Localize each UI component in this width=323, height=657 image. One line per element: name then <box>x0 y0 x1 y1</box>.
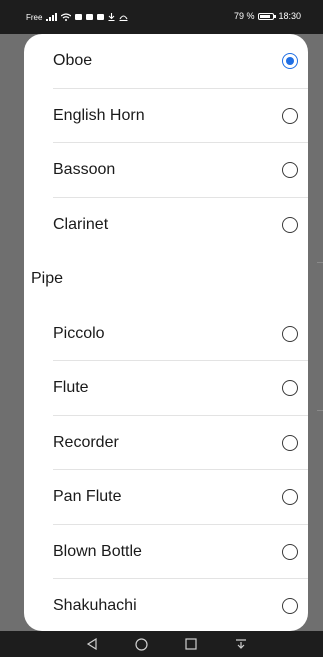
option-label: Piccolo <box>53 324 105 342</box>
radio-unchecked-icon[interactable] <box>282 434 298 451</box>
group-header-label: Pipe <box>31 270 64 288</box>
image-icon <box>86 14 94 20</box>
option-label: Blown Bottle <box>53 542 142 560</box>
clock: 18:30 <box>278 11 301 21</box>
back-button[interactable] <box>77 631 107 657</box>
option-label: Clarinet <box>53 215 109 233</box>
image-icon <box>97 14 105 20</box>
wifi-icon <box>61 13 72 21</box>
option-recorder[interactable]: Recorder <box>24 416 308 470</box>
option-shakuhachi[interactable]: Shakuhachi <box>24 579 308 631</box>
recents-icon <box>185 638 197 650</box>
battery-icon <box>258 12 277 20</box>
back-icon <box>86 638 97 650</box>
radio-unchecked-icon[interactable] <box>282 325 298 342</box>
download-icon <box>108 13 115 21</box>
option-label: English Horn <box>53 106 145 124</box>
option-piccolo[interactable]: Piccolo <box>24 307 308 361</box>
radio-unchecked-icon[interactable] <box>282 380 298 397</box>
status-right: 79 % 18:30 <box>234 11 301 21</box>
home-icon <box>134 637 148 651</box>
notification-pull-icon <box>236 639 246 649</box>
option-english-horn[interactable]: English Horn <box>24 89 308 143</box>
radio-unchecked-icon[interactable] <box>282 216 298 233</box>
option-label: Shakuhachi <box>53 597 137 615</box>
radio-unchecked-icon[interactable] <box>282 489 298 506</box>
option-clarinet[interactable]: Clarinet <box>24 198 308 253</box>
option-label: Pan Flute <box>53 488 122 506</box>
status-left: Free <box>26 12 128 22</box>
signal-icon <box>46 13 58 21</box>
option-label: Flute <box>53 379 89 397</box>
option-oboe[interactable]: Oboe <box>24 34 308 89</box>
battery-percent: 79 % <box>233 11 255 21</box>
status-bar: Free 79 % 18:30 <box>0 0 323 34</box>
option-label: Recorder <box>53 433 119 451</box>
option-flute[interactable]: Flute <box>24 361 308 416</box>
option-pan-flute[interactable]: Pan Flute <box>24 470 308 525</box>
radio-unchecked-icon[interactable] <box>282 162 298 179</box>
notification-pull-button[interactable] <box>226 631 256 657</box>
option-label: Oboe <box>53 52 93 70</box>
home-button[interactable] <box>126 631 156 657</box>
radio-unchecked-icon[interactable] <box>282 598 298 615</box>
option-bassoon[interactable]: Bassoon <box>24 143 308 198</box>
data-saver-icon <box>119 15 128 21</box>
navigation-bar <box>0 631 323 657</box>
instrument-picker-dialog: Oboe English Horn Bassoon Clarinet Pipe Picco… <box>24 34 308 631</box>
battery-fill <box>260 14 270 18</box>
radio-unchecked-icon[interactable] <box>282 543 298 560</box>
message-icon <box>75 14 83 20</box>
option-label: Bassoon <box>53 161 116 179</box>
recents-button[interactable] <box>176 631 206 657</box>
background-content <box>317 410 323 411</box>
carrier-name: Free <box>26 12 43 22</box>
group-header: Pipe <box>24 252 308 307</box>
radio-checked-icon[interactable] <box>282 53 298 70</box>
option-blown-bottle[interactable]: Blown Bottle <box>24 525 308 579</box>
background-content <box>317 262 323 263</box>
radio-unchecked-icon[interactable] <box>282 107 298 124</box>
